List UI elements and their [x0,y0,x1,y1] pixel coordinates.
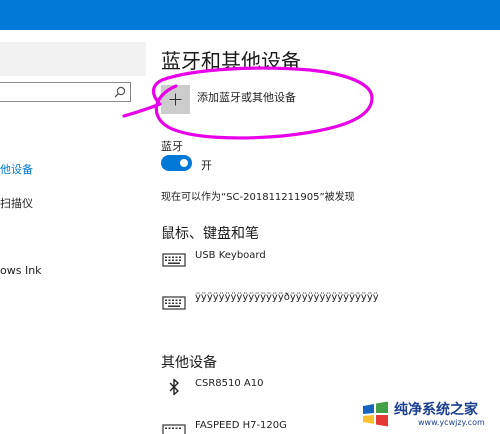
device-keyboard-2[interactable]: ÿÿÿÿÿÿÿÿÿÿÿÿÿÿÿðÿÿÿÿÿÿÿÿÿÿÿÿÿÿÿ [195,292,379,303]
device-csr8510[interactable]: CSR8510 A10 [195,378,263,389]
keyboard-icon [162,296,186,310]
section-other-devices: 其他设备 [161,355,217,371]
keyboard-icon [162,253,186,267]
bluetooth-label: 蓝牙 [161,140,183,153]
watermark-logo: 纯净系统之家 www.ycwjzy.com [360,399,496,429]
bluetooth-toggle[interactable] [161,155,192,171]
watermark-text: 纯净系统之家 [394,402,478,418]
add-device-button[interactable] [161,85,190,114]
sidebar-item-bluetooth-devices[interactable]: 他设备 [0,161,33,177]
toggle-knob [180,159,188,167]
search-input[interactable] [0,82,131,102]
search-icon[interactable] [114,86,126,98]
title-bar [0,0,500,30]
plus-icon [169,93,182,106]
section-mouse-keyboard-pen: 鼠标、键盘和笔 [161,226,259,242]
sidebar-item-windows-ink[interactable]: ows Ink [0,264,42,277]
discoverable-text: 现在可以作为“SC-201811211905”被发现 [161,192,355,203]
add-device-label[interactable]: 添加蓝牙或其他设备 [197,89,296,105]
device-usb-keyboard[interactable]: USB Keyboard [195,250,266,261]
bluetooth-state: 开 [201,159,212,172]
page-title: 蓝牙和其他设备 [161,49,301,73]
sidebar-item-scanners[interactable]: 扫描仪 [0,195,33,211]
windows-logo-icon [363,401,388,427]
sidebar-header [0,42,146,76]
bluetooth-icon [169,378,179,396]
device-faspeed[interactable]: FASPEED H7-120G [195,420,287,431]
watermark-url: www.ycwjzy.com [418,418,485,427]
